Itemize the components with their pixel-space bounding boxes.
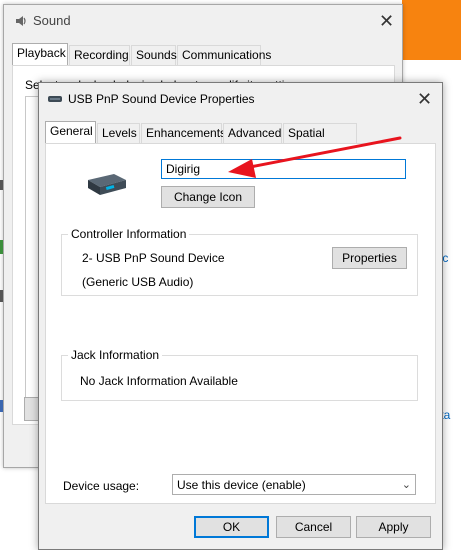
red-arrow	[228, 136, 402, 178]
